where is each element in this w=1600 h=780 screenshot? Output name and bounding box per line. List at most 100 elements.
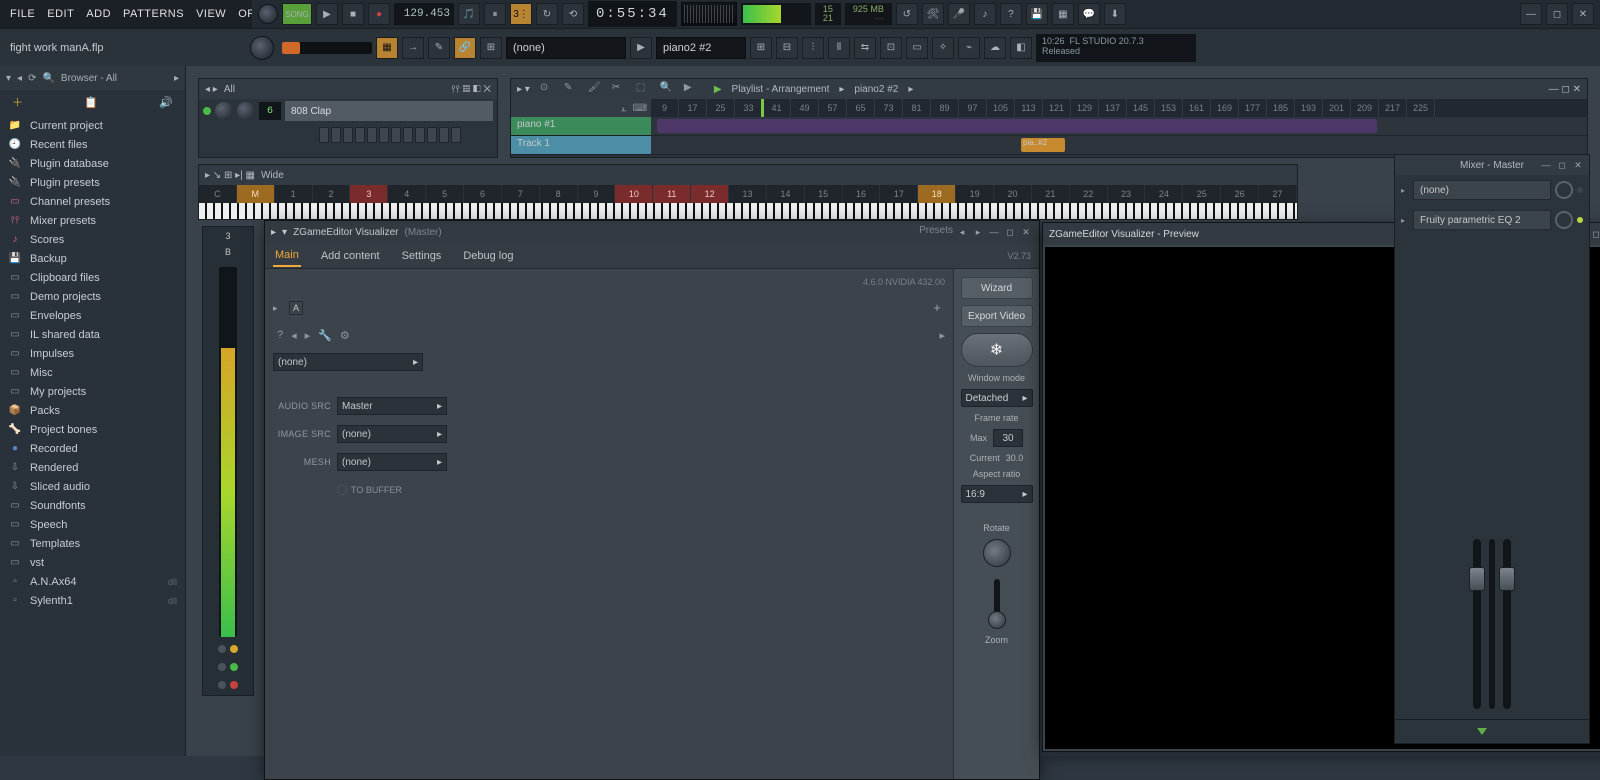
- keyboard-icon[interactable]: ⌨: [633, 103, 647, 114]
- draw-tool-icon[interactable]: ✎: [564, 82, 578, 96]
- browser-item[interactable]: ▭Speech: [0, 515, 185, 534]
- view-browser-button[interactable]: ⊞: [480, 37, 502, 59]
- chevron-right-icon[interactable]: ▸: [174, 73, 179, 84]
- search-icon[interactable]: 🔍: [42, 73, 54, 84]
- window-maximize-button[interactable]: ◻: [1546, 3, 1568, 25]
- mixer-track-header[interactable]: 7: [502, 185, 540, 203]
- mixer-slot-0[interactable]: ▸ (none): [1401, 178, 1583, 202]
- next-icon[interactable]: ▸: [305, 329, 311, 342]
- mixer-track-header[interactable]: 12: [691, 185, 729, 203]
- ruler-tick[interactable]: 65: [847, 99, 875, 117]
- ruler-tick[interactable]: 209: [1351, 99, 1379, 117]
- play-button[interactable]: ▶: [316, 3, 338, 25]
- preset-next-button[interactable]: ▸: [971, 225, 985, 239]
- mixer-track-header[interactable]: 18: [918, 185, 956, 203]
- layer-collapse-icon[interactable]: ▸: [273, 303, 283, 314]
- ruler-tick[interactable]: 105: [987, 99, 1015, 117]
- browser-item[interactable]: 🔌Plugin database: [0, 154, 185, 173]
- image-src-dropdown[interactable]: (none)▸: [337, 425, 447, 443]
- zge-titlebar[interactable]: ▸ ▾ ZGameEditor Visualizer (Master) Pres…: [265, 221, 1039, 243]
- mixer-empty-slot[interactable]: [1401, 265, 1583, 289]
- channel-vol-knob[interactable]: [237, 102, 255, 120]
- ruler-tick[interactable]: 217: [1379, 99, 1407, 117]
- tab-settings[interactable]: Settings: [400, 246, 444, 266]
- collapse-icon[interactable]: ▾: [6, 73, 11, 84]
- mixer-track-header[interactable]: 1: [275, 185, 313, 203]
- tab-main[interactable]: Main: [273, 245, 301, 267]
- tb5[interactable]: ⇆: [854, 37, 876, 59]
- mixer-track-header[interactable]: 4: [388, 185, 426, 203]
- mixer-track-header[interactable]: 17: [880, 185, 918, 203]
- tempo-display[interactable]: 129.453: [394, 3, 454, 25]
- window-close-button[interactable]: ✕: [1572, 3, 1594, 25]
- add-icon[interactable]: ＋: [12, 94, 23, 110]
- mixer-track-header[interactable]: 9: [578, 185, 616, 203]
- time-display[interactable]: 0:55:34: [588, 1, 677, 27]
- zge-close-button[interactable]: ✕: [1019, 225, 1033, 239]
- fr-max-input[interactable]: 30: [993, 429, 1023, 447]
- loop-rec-button[interactable]: ⟲: [562, 3, 584, 25]
- mixer-empty-slot[interactable]: [1401, 427, 1583, 451]
- window-mode-dropdown[interactable]: Detached▸: [961, 389, 1033, 407]
- record-button[interactable]: ●: [368, 3, 390, 25]
- ruler-tick[interactable]: 185: [1267, 99, 1295, 117]
- ruler-tick[interactable]: 33: [735, 99, 763, 117]
- mixer-track-header[interactable]: 2: [313, 185, 351, 203]
- piano-keys[interactable]: [199, 203, 1297, 219]
- slot-1-knob[interactable]: [1555, 211, 1573, 229]
- playlist-header[interactable]: ▸ ▾ ⊙ ✎ 🖌 ✂ ⬚ 🔍 ▶ ▶ Playlist - Arrangeme…: [511, 79, 1587, 99]
- tb3[interactable]: ⫶: [802, 37, 824, 59]
- mixer-slot-1[interactable]: ▸ Fruity parametric EQ 2: [1401, 208, 1583, 232]
- window-minimize-button[interactable]: —: [1520, 3, 1542, 25]
- view-mixer-button[interactable]: 🔗: [454, 37, 476, 59]
- tb6[interactable]: ⊡: [880, 37, 902, 59]
- view-pianoroll-button[interactable]: →: [402, 37, 424, 59]
- to-buffer-toggle[interactable]: TO BUFFER: [337, 485, 402, 495]
- mixer-track-header[interactable]: C: [199, 185, 237, 203]
- wrench-icon[interactable]: 🔧: [318, 329, 332, 342]
- zoom-slider[interactable]: [994, 579, 1000, 629]
- browser-item[interactable]: 📁Current project: [0, 116, 185, 135]
- download-button[interactable]: ⬇: [1104, 3, 1126, 25]
- mixer-track-header[interactable]: 24: [1145, 185, 1183, 203]
- mixer-track-header[interactable]: 26: [1221, 185, 1259, 203]
- ruler-tick[interactable]: 73: [875, 99, 903, 117]
- pianoroll-ruler[interactable]: CM12345678910111213141516171819202122232…: [199, 185, 1297, 203]
- route-arrow-icon[interactable]: [1477, 728, 1487, 735]
- aspect-dropdown[interactable]: 16:9▸: [961, 485, 1033, 503]
- browser-item[interactable]: ▭IL shared data: [0, 325, 185, 344]
- track-2-header[interactable]: Track 1: [511, 136, 651, 155]
- options-popup-button[interactable]: 💬: [1078, 3, 1100, 25]
- clipboard-icon[interactable]: 📋: [84, 96, 98, 109]
- browser-item[interactable]: ▭Envelopes: [0, 306, 185, 325]
- main-volume-knob[interactable]: [258, 4, 278, 24]
- slot-0-led[interactable]: [1577, 187, 1583, 193]
- channel-route-number[interactable]: 6: [259, 102, 281, 120]
- mixer-slot-0-label[interactable]: (none): [1413, 180, 1551, 200]
- gear-icon[interactable]: ⚙: [340, 329, 350, 342]
- channel-rack-window[interactable]: ◂ ▸ All ⫯⫯ ▦ ◧ ✕ 6 808 Clap: [198, 78, 498, 158]
- export-video-button[interactable]: Export Video: [961, 305, 1033, 327]
- select-tool-icon[interactable]: ⬚: [636, 82, 650, 96]
- ruler-tick[interactable]: 57: [819, 99, 847, 117]
- ruler-tick[interactable]: 81: [903, 99, 931, 117]
- mixer-empty-slot[interactable]: [1401, 292, 1583, 316]
- channel-pan-knob[interactable]: [215, 102, 233, 120]
- view-playlist-button[interactable]: ▦: [376, 37, 398, 59]
- mixer-empty-slot[interactable]: [1401, 238, 1583, 262]
- preview-restore-button[interactable]: ◻: [1589, 227, 1600, 241]
- ruler-tick[interactable]: 161: [1183, 99, 1211, 117]
- menu-add[interactable]: ADD: [80, 8, 117, 20]
- ruler-tick[interactable]: 137: [1099, 99, 1127, 117]
- zge-visualizer-window[interactable]: ▸ ▾ ZGameEditor Visualizer (Master) Pres…: [264, 220, 1040, 780]
- menu-patterns[interactable]: PATTERNS: [117, 8, 190, 20]
- browser-item[interactable]: ⇩Rendered: [0, 458, 185, 477]
- view-channel-button[interactable]: ✎: [428, 37, 450, 59]
- ruler-tick[interactable]: 89: [931, 99, 959, 117]
- playhead-marker[interactable]: [761, 99, 764, 117]
- mixer-track-header[interactable]: 11: [653, 185, 691, 203]
- add-layer-button[interactable]: +: [929, 300, 945, 316]
- mixer-track-header[interactable]: 5: [426, 185, 464, 203]
- mixer-empty-slot[interactable]: [1401, 319, 1583, 343]
- mixer-track-header[interactable]: M: [237, 185, 275, 203]
